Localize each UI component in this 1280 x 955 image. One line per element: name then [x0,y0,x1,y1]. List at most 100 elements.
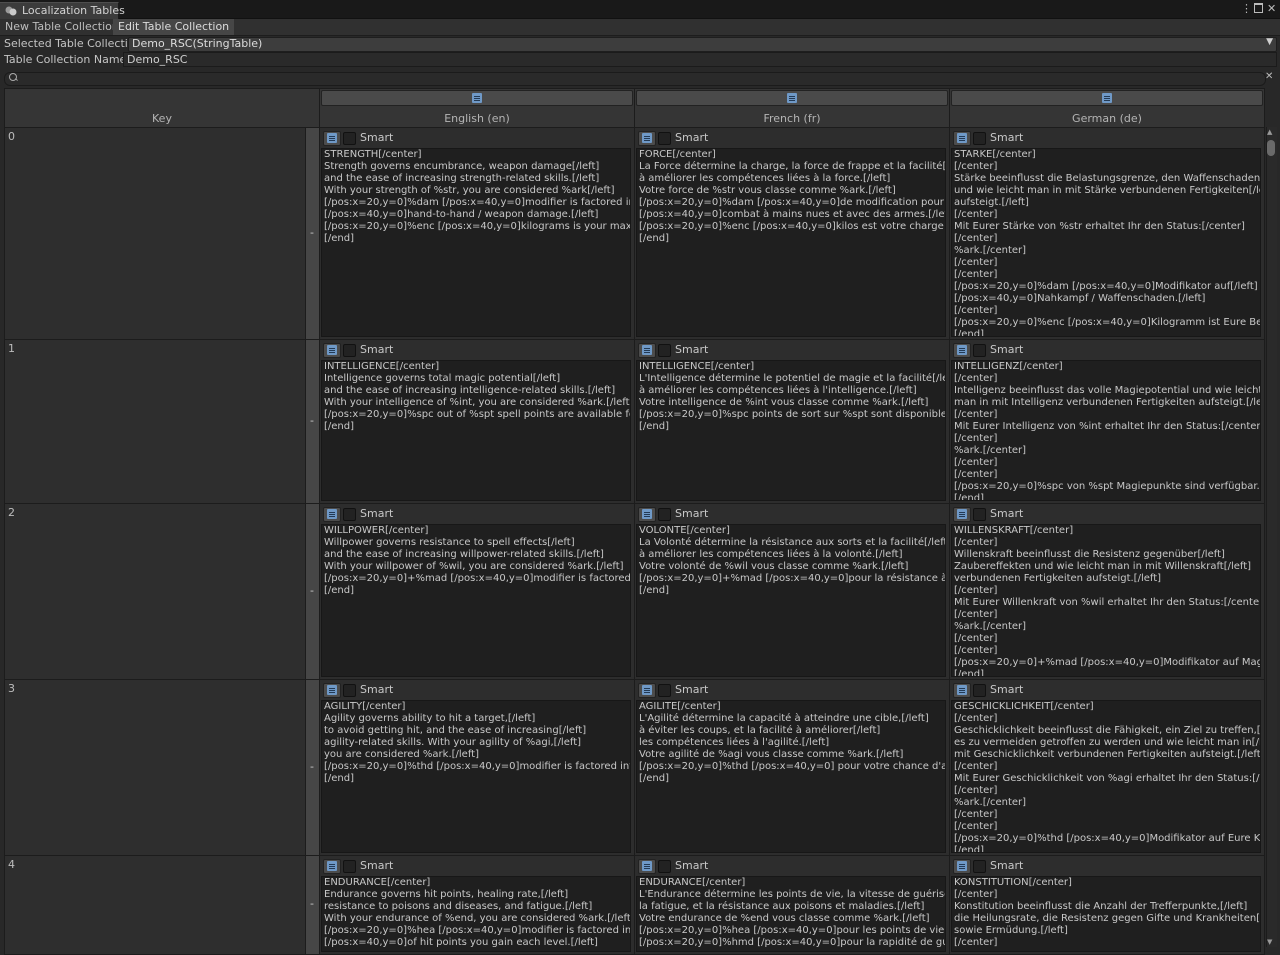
smart-checkbox[interactable] [973,684,986,697]
smart-checkbox[interactable] [973,508,986,521]
smart-checkbox[interactable] [658,508,671,521]
text-line: [/end] [324,421,355,432]
entry-edit-button[interactable] [323,343,341,358]
cell-toolbar: Smart [638,343,938,358]
kebab-menu-icon[interactable]: ⋮ [1241,2,1252,15]
entry-edit-button[interactable] [953,343,971,358]
text-line: Mit Eurer Stärke von %str erhaltet Ihr d… [954,221,1245,232]
entry-edit-button[interactable] [638,343,656,358]
column-header-fr: French (fr) [634,88,950,128]
cell-toolbar: Smart [323,859,623,874]
translation-textarea[interactable]: ENDURANCE[/center] L'Endurance détermine … [636,876,946,952]
row-remove-handle[interactable]: - [305,339,320,504]
entry-edit-button[interactable] [953,859,971,874]
smart-checkbox[interactable] [973,344,986,357]
table-icon [1102,93,1112,103]
entry-edit-button[interactable] [323,507,341,522]
translation-textarea[interactable]: VOLONTE[/center] La Volonté détermine la … [636,524,946,677]
clear-search-icon[interactable]: ✕ [1265,71,1273,82]
window-tab[interactable]: Localization Tables [0,2,125,19]
row-key-cell[interactable]: 0 [4,127,306,340]
translation-cell-en: Smart ENDURANCE[/center] Endurance governs… [319,855,635,955]
text-line: [/center] [954,305,998,316]
row-key-cell[interactable]: 1 [4,339,306,504]
smart-checkbox[interactable] [658,684,671,697]
entry-edit-button[interactable] [323,131,341,146]
translation-textarea[interactable]: INTELLIGENCE[/center] Intelligence govern… [321,360,631,501]
row-key-cell[interactable]: 3 [4,679,306,856]
maximize-icon[interactable] [1254,3,1263,13]
smart-checkbox[interactable] [658,344,671,357]
key-column-header[interactable]: Key [4,88,320,128]
row-key-value: 1 [8,342,15,355]
text-line: [/pos:x=40,y=0]Nahkampf / Waffenschaden.… [954,293,1206,304]
cell-toolbar: Smart [323,343,623,358]
row-remove-handle[interactable]: - [305,503,320,680]
row-remove-handle[interactable]: - [305,127,320,340]
translation-textarea[interactable]: STÄRKE[/center] [/center] Stärke beeinflus… [951,148,1261,337]
translation-textarea[interactable]: AGILITE[/center] L'Agilité détermine la c… [636,700,946,853]
tab-edit-table-collection[interactable]: Edit Table Collection [113,19,235,35]
selected-table-collection-dropdown[interactable]: Demo_RSC(StringTable) ▼ [128,37,1277,52]
text-line: [/end] [954,845,985,853]
text-line: [/center] [954,269,998,280]
scrollbar-thumb[interactable] [1267,140,1275,156]
smart-label: Smart [990,131,1024,144]
text-line: KONSTITUTION[/center] [954,877,1072,888]
search-input[interactable] [4,72,1266,86]
row-key-value: 0 [8,130,15,143]
smart-checkbox[interactable] [973,860,986,873]
translation-textarea[interactable]: WILLENSKRAFT[/center] [/center] Willenskra… [951,524,1261,677]
close-icon[interactable]: ✕ [1267,2,1276,15]
translation-textarea[interactable]: KONSTITUTION[/center] [/center] Konstituti… [951,876,1261,952]
text-line: verbundenen Fertigkeiten aufsteigt.[/lef… [954,573,1162,584]
smart-checkbox[interactable] [343,132,356,145]
entry-edit-button[interactable] [638,507,656,522]
table-icon [472,93,482,103]
entry-edit-button[interactable] [953,683,971,698]
table-collection-name-label: Table Collection Name [4,53,127,66]
row-key-cell[interactable]: 4 [4,855,306,955]
cell-toolbar: Smart [638,683,938,698]
entry-edit-button[interactable] [953,131,971,146]
vertical-scrollbar[interactable] [1266,127,1277,947]
scroll-down-icon[interactable]: ▼ [1267,938,1272,946]
translation-textarea[interactable]: FORCE[/center] La Force détermine la char… [636,148,946,337]
entry-edit-button[interactable] [638,683,656,698]
entry-edit-button[interactable] [953,507,971,522]
row-key-cell[interactable]: 2 [4,503,306,680]
translation-textarea[interactable]: STRENGTH[/center] Strength governs encumb… [321,148,631,337]
cell-toolbar: Smart [638,131,938,146]
table-icon [327,685,337,695]
smart-checkbox[interactable] [343,860,356,873]
row-remove-handle[interactable]: - [305,679,320,856]
table-edit-button-fr[interactable] [636,90,948,106]
translation-textarea[interactable]: AGILITY[/center] Agility governs ability … [321,700,631,853]
smart-checkbox[interactable] [973,132,986,145]
scroll-up-icon[interactable]: ▲ [1267,128,1272,136]
translation-textarea[interactable]: ENDURANCE[/center] Endurance governs hit … [321,876,631,952]
table-edit-button-en[interactable] [321,90,633,106]
smart-checkbox[interactable] [343,684,356,697]
table-icon [957,133,967,143]
row-remove-handle[interactable]: - [305,855,320,955]
tab-new-table-collection[interactable]: New Table Collection [0,19,124,35]
smart-checkbox[interactable] [658,132,671,145]
translation-textarea[interactable]: INTELLIGENZ[/center] [/center] Intelligenz… [951,360,1261,501]
entry-edit-button[interactable] [638,131,656,146]
translation-cell-fr: Smart AGILITE[/center] L'Agilité détermine… [634,679,950,856]
translation-textarea[interactable]: INTELLIGENCE[/center] L'Intelligence déte… [636,360,946,501]
smart-checkbox[interactable] [658,860,671,873]
selected-table-collection-value: Demo_RSC(StringTable) [132,37,263,50]
entry-edit-button[interactable] [638,859,656,874]
table-edit-button-de[interactable] [951,90,1263,106]
translation-textarea[interactable]: GESCHICKLICHKEIT[/center] [/center] Geschi… [951,700,1261,853]
smart-checkbox[interactable] [343,508,356,521]
translation-textarea[interactable]: WILLPOWER[/center] Willpower governs resi… [321,524,631,677]
table-icon [787,93,797,103]
entry-edit-button[interactable] [323,859,341,874]
table-icon [327,345,337,355]
smart-checkbox[interactable] [343,344,356,357]
table-collection-name-field[interactable]: Demo_RSC [123,52,1277,67]
entry-edit-button[interactable] [323,683,341,698]
